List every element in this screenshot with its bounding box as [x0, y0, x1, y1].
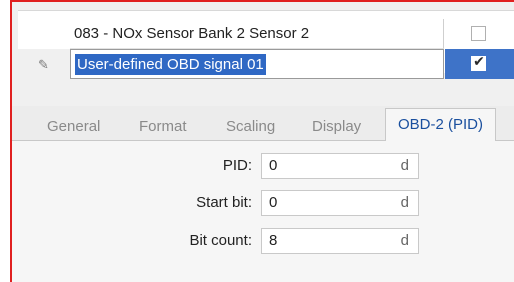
- start-bit-value: 0: [269, 194, 278, 211]
- tab-obd2-pid[interactable]: OBD-2 (PID): [385, 108, 497, 141]
- signal-grid: 083 - NOx Sensor Bank 2 Sensor 2 ✎ User-…: [18, 10, 514, 79]
- checkmark-icon: ✔: [473, 53, 485, 69]
- signal-name-cell[interactable]: 083 - NOx Sensor Bank 2 Sensor 2: [70, 19, 444, 49]
- obd2-pid-form: PID: 0 d Start bit: 0 d Bit count: 8 d: [12, 141, 514, 282]
- start-bit-unit: d: [400, 194, 409, 211]
- row-gutter: [18, 19, 70, 49]
- table-row[interactable]: ✎ User-defined OBD signal 01 ✔: [18, 49, 514, 79]
- pid-unit: d: [400, 157, 409, 174]
- tab-scaling[interactable]: Scaling: [226, 114, 275, 140]
- enabled-checkbox[interactable]: [471, 26, 486, 41]
- bit-count-field[interactable]: 8 d: [261, 228, 419, 254]
- signal-name-editor[interactable]: User-defined OBD signal 01: [70, 49, 444, 79]
- start-bit-label: Start bit:: [196, 194, 252, 211]
- tab-general[interactable]: General: [47, 114, 100, 140]
- table-row[interactable]: 083 - NOx Sensor Bank 2 Sensor 2: [18, 19, 514, 49]
- bit-count-value: 8: [269, 232, 278, 249]
- tab-format[interactable]: Format: [139, 114, 187, 140]
- bit-count-label: Bit count:: [189, 232, 252, 249]
- enabled-checkbox[interactable]: ✔: [471, 53, 486, 71]
- signal-name: User-defined OBD signal 01: [75, 54, 266, 75]
- start-bit-field[interactable]: 0 d: [261, 190, 419, 216]
- row-gutter: ✎: [18, 49, 70, 79]
- pid-field[interactable]: 0 d: [261, 153, 419, 179]
- bit-count-unit: d: [400, 232, 409, 249]
- pid-value: 0: [269, 157, 278, 174]
- tab-strip: General Format Scaling Display OBD-2 (PI…: [12, 106, 514, 141]
- enabled-cell[interactable]: [445, 19, 514, 49]
- enabled-cell[interactable]: ✔: [445, 49, 514, 79]
- tab-display[interactable]: Display: [312, 114, 361, 140]
- pencil-icon: ✎: [38, 57, 49, 72]
- pid-label: PID:: [222, 157, 252, 174]
- signal-name: 083 - NOx Sensor Bank 2 Sensor 2: [74, 25, 310, 42]
